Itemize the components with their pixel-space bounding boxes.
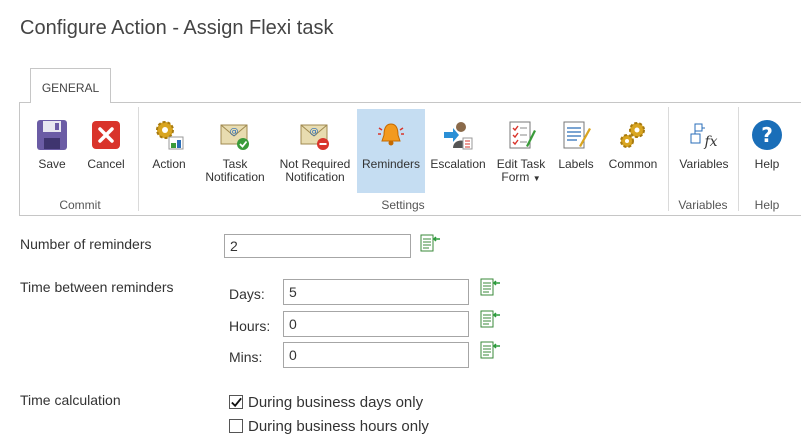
svg-text:fx: fx: [703, 134, 717, 150]
insert-reference-icon[interactable]: [480, 341, 500, 359]
group-label-settings: Settings: [381, 198, 425, 212]
help-label: Help: [754, 157, 780, 171]
group-separator: [668, 107, 669, 211]
svg-text:?: ?: [761, 123, 773, 147]
labels-button[interactable]: Labels: [552, 109, 600, 193]
group-label-help: Help: [754, 198, 780, 212]
mins-label: Mins:: [229, 349, 263, 365]
not-required-notification-button[interactable]: @ Not Required Notification: [275, 109, 355, 193]
mins-input[interactable]: [283, 342, 469, 368]
not-required-notification-icon: @: [300, 124, 329, 150]
cancel-icon: [92, 121, 120, 149]
group-label-commit: Commit: [59, 198, 101, 212]
variables-button[interactable]: fx Variables: [672, 109, 736, 193]
hours-label: Hours:: [229, 318, 271, 334]
business-hours-label: During business hours only: [248, 418, 429, 435]
number-of-reminders-input[interactable]: [224, 234, 411, 258]
time-calculation-label: Time calculation: [20, 392, 121, 408]
save-icon: [37, 120, 67, 150]
help-icon: ?: [752, 120, 782, 150]
cancel-label: Cancel: [87, 157, 125, 171]
action-label: Action: [152, 157, 186, 171]
action-gear-icon: [156, 121, 184, 150]
tab-general[interactable]: GENERAL: [30, 68, 111, 103]
svg-text:@: @: [230, 127, 239, 137]
number-of-reminders-label: Number of reminders: [20, 236, 152, 252]
checkmark-icon: [231, 397, 242, 408]
business-hours-checkbox[interactable]: [229, 419, 243, 433]
not-required-label-2: Notification: [285, 170, 345, 184]
common-label: Common: [608, 157, 658, 171]
reminders-button[interactable]: Reminders: [357, 109, 425, 193]
not-required-label-1: Not Required: [279, 157, 351, 171]
escalation-icon: [444, 122, 473, 150]
group-separator: [138, 107, 139, 211]
labels-label: Labels: [558, 157, 594, 171]
edit-task-form-label-1: Edit Task: [496, 157, 546, 171]
insert-reference-icon[interactable]: [420, 234, 440, 252]
ribbon: Save Cancel Action @ Task Notification @…: [19, 102, 801, 216]
days-label: Days:: [229, 286, 265, 302]
variables-label: Variables: [679, 157, 729, 171]
svg-text:@: @: [310, 127, 319, 137]
edit-task-form-button[interactable]: Edit Task Form ▼: [491, 109, 551, 193]
common-gears-icon: [620, 122, 645, 148]
insert-reference-icon[interactable]: [480, 278, 500, 296]
dropdown-arrow-icon: ▼: [532, 174, 541, 183]
action-button[interactable]: Action: [144, 109, 194, 193]
page-title: Configure Action - Assign Flexi task: [20, 17, 334, 39]
task-notification-label-2: Notification: [205, 170, 265, 184]
task-notification-button[interactable]: @ Task Notification: [197, 109, 273, 193]
save-label: Save: [38, 157, 66, 171]
time-between-reminders-label: Time between reminders: [20, 279, 174, 295]
edit-task-form-label-2: Form: [501, 170, 530, 184]
reminders-label: Reminders: [361, 157, 421, 171]
cancel-button[interactable]: Cancel: [80, 109, 132, 193]
hours-input[interactable]: [283, 311, 469, 337]
escalation-label: Escalation: [430, 157, 486, 171]
bell-icon: [378, 123, 404, 146]
variables-fx-icon: fx: [690, 123, 718, 150]
insert-reference-icon[interactable]: [480, 310, 500, 328]
group-separator: [738, 107, 739, 211]
group-label-variables: Variables: [678, 198, 728, 212]
common-button[interactable]: Common: [602, 109, 664, 193]
task-notification-icon: @: [220, 124, 249, 150]
labels-icon: [563, 121, 591, 149]
save-button[interactable]: Save: [26, 109, 78, 193]
business-days-checkbox[interactable]: [229, 395, 243, 409]
business-days-label: During business days only: [248, 394, 424, 411]
days-input[interactable]: [283, 279, 469, 305]
task-notification-label-1: Task: [222, 157, 248, 171]
help-button[interactable]: ? Help: [742, 109, 792, 193]
escalation-button[interactable]: Escalation: [426, 109, 490, 193]
edit-form-icon: [509, 121, 536, 149]
